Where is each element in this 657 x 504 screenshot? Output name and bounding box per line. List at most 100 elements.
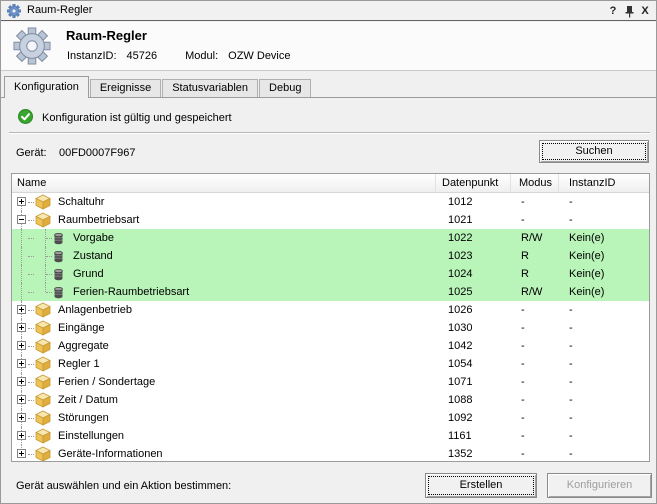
expander-icon[interactable] xyxy=(17,449,26,458)
expander-icon[interactable] xyxy=(17,305,26,314)
table-row[interactable]: Zeit / Datum 1088 - - xyxy=(12,391,649,409)
table-header: Name Datenpunkt Modus InstanzID xyxy=(12,174,649,193)
tab-label: Debug xyxy=(269,82,301,94)
tree-line xyxy=(45,283,46,292)
table-row[interactable]: Geräte-Informationen 1352 - - xyxy=(12,445,649,462)
configure-button[interactable]: Konfigurieren xyxy=(547,473,652,498)
package-icon xyxy=(35,212,51,228)
row-label: Störungen xyxy=(58,409,109,427)
package-icon xyxy=(35,338,51,354)
tab-label: Statusvariablen xyxy=(172,82,248,94)
instanzid-value: - xyxy=(559,211,649,229)
instanzid-value: 45726 xyxy=(127,50,158,62)
datenpunkt-value: 1092 xyxy=(436,409,511,427)
tab[interactable]: Ereignisse xyxy=(90,79,161,97)
pin-button[interactable] xyxy=(622,3,636,19)
table-row[interactable]: Einstellungen 1161 - - xyxy=(12,427,649,445)
row-label: Einstellungen xyxy=(58,427,124,445)
gear-icon xyxy=(7,4,21,18)
instanzid-value: - xyxy=(559,409,649,427)
datenpunkt-value: 1022 xyxy=(436,229,511,247)
table-row[interactable]: Störungen 1092 - - xyxy=(12,409,649,427)
column-header-instanzid[interactable]: InstanzID xyxy=(559,174,649,192)
search-button[interactable]: Suchen xyxy=(539,140,649,163)
column-header-modus[interactable]: Modus xyxy=(511,174,559,192)
tree-line xyxy=(28,382,34,383)
package-icon xyxy=(35,320,51,336)
datapoint-table: Name Datenpunkt Modus InstanzID Schaltuh… xyxy=(11,173,650,462)
tree-line xyxy=(28,310,34,311)
row-icon xyxy=(35,212,51,228)
expander-icon[interactable] xyxy=(17,359,26,368)
table-row[interactable]: Regler 1 1054 - - xyxy=(12,355,649,373)
tree-line xyxy=(28,364,34,365)
modus-value: - xyxy=(511,301,559,319)
expander-icon[interactable] xyxy=(17,395,26,404)
modus-value: R xyxy=(511,247,559,265)
expander-icon[interactable] xyxy=(17,413,26,422)
instanzid-value: - xyxy=(559,337,649,355)
page-title: Raum-Regler xyxy=(66,28,147,43)
instanzid-value: Kein(e) xyxy=(559,265,649,283)
action-prompt: Gerät auswählen und ein Aktion bestimmen… xyxy=(16,480,231,492)
row-icon xyxy=(35,302,51,318)
expander-icon[interactable] xyxy=(17,431,26,440)
help-button[interactable]: ? xyxy=(606,3,620,19)
package-icon xyxy=(35,374,51,390)
instanzid-value: - xyxy=(559,355,649,373)
row-icon xyxy=(35,374,51,390)
modus-value: - xyxy=(511,373,559,391)
modul-value: OZW Device xyxy=(228,50,290,62)
modus-value: - xyxy=(511,211,559,229)
datenpunkt-value: 1088 xyxy=(436,391,511,409)
table-row[interactable]: Zustand 1023 R Kein(e) xyxy=(12,247,649,265)
instanzid-value: - xyxy=(559,301,649,319)
instanzid-value: Kein(e) xyxy=(559,229,649,247)
modus-value: - xyxy=(511,193,559,211)
tree-line xyxy=(28,238,34,239)
tree-line xyxy=(28,202,34,203)
datenpunkt-value: 1021 xyxy=(436,211,511,229)
table-row[interactable]: Schaltuhr 1012 - - xyxy=(12,193,649,211)
modus-value: - xyxy=(511,445,559,462)
tab[interactable]: Statusvariablen xyxy=(162,79,258,97)
create-button[interactable]: Erstellen xyxy=(425,473,537,498)
package-icon xyxy=(35,302,51,318)
table-row[interactable]: Aggregate 1042 - - xyxy=(12,337,649,355)
table-row[interactable]: Ferien-Raumbetriebsart 1025 R/W Kein(e) xyxy=(12,283,649,301)
datenpunkt-value: 1352 xyxy=(436,445,511,462)
column-header-name[interactable]: Name xyxy=(12,174,436,192)
instanzid-label: InstanzID: xyxy=(67,50,117,62)
table-row[interactable]: Ferien / Sondertage 1071 - - xyxy=(12,373,649,391)
column-header-datenpunkt[interactable]: Datenpunkt xyxy=(436,174,511,192)
tab[interactable]: Konfiguration xyxy=(4,76,89,98)
table-row[interactable]: Raumbetriebsart 1021 - - xyxy=(12,211,649,229)
modus-value: - xyxy=(511,391,559,409)
expander-icon[interactable] xyxy=(17,197,26,206)
package-icon xyxy=(35,194,51,210)
tree-line xyxy=(21,247,22,265)
tree-line xyxy=(28,346,34,347)
tree-line xyxy=(28,328,34,329)
table-row[interactable]: Grund 1024 R Kein(e) xyxy=(12,265,649,283)
separator xyxy=(9,132,650,133)
tab-bar: Konfiguration Ereignisse Statusvariablen… xyxy=(1,77,656,98)
expander-icon[interactable] xyxy=(17,377,26,386)
modus-value: R/W xyxy=(511,283,559,301)
row-label: Ferien-Raumbetriebsart xyxy=(73,283,189,301)
table-row[interactable]: Anlagenbetrieb 1026 - - xyxy=(12,301,649,319)
row-icon xyxy=(35,320,51,336)
table-row[interactable]: Vorgabe 1022 R/W Kein(e) xyxy=(12,229,649,247)
datenpunkt-value: 1042 xyxy=(436,337,511,355)
table-row[interactable]: Eingänge 1030 - - xyxy=(12,319,649,337)
row-label: Grund xyxy=(73,265,104,283)
expander-icon[interactable] xyxy=(17,323,26,332)
row-icon xyxy=(35,410,51,426)
modus-value: - xyxy=(511,337,559,355)
tab[interactable]: Debug xyxy=(259,79,311,97)
close-button[interactable]: X xyxy=(638,3,652,19)
package-icon xyxy=(35,410,51,426)
expander-icon[interactable] xyxy=(17,215,26,224)
device-label: Gerät: xyxy=(16,147,47,159)
expander-icon[interactable] xyxy=(17,341,26,350)
